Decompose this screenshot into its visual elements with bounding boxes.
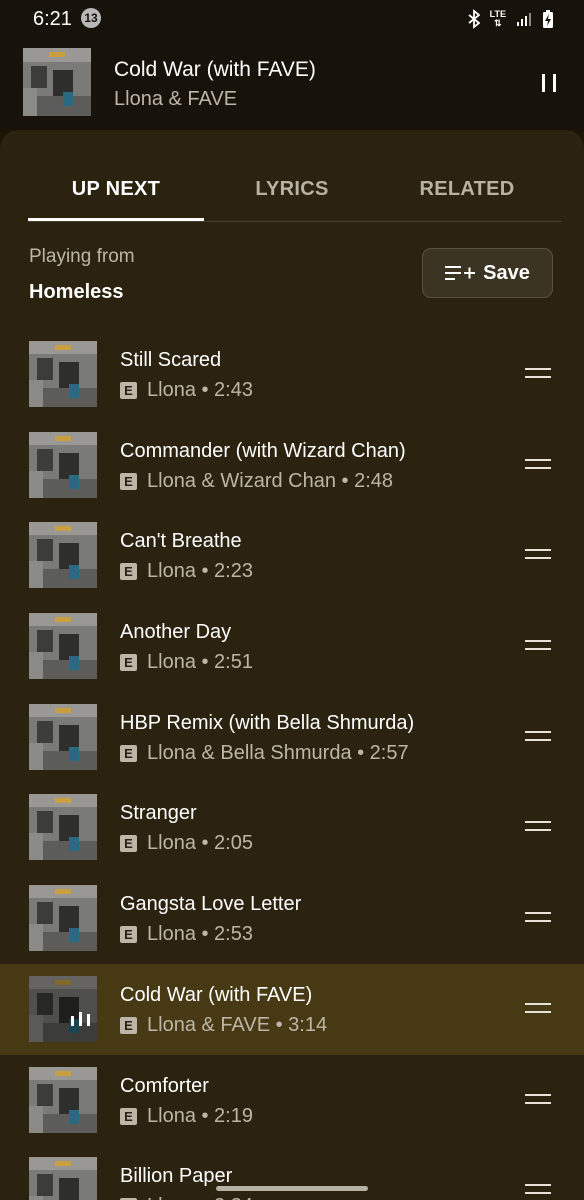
track-artist-duration: Llona & Wizard Chan • 2:48 [147,469,394,492]
status-bar: 6:21 13 LTE ⇅ [0,0,584,38]
drag-handle-icon[interactable] [525,368,551,380]
explicit-icon: E [120,1107,137,1125]
drag-handle-icon[interactable] [525,912,551,924]
drag-handle-icon[interactable] [525,1184,551,1196]
queue-row[interactable]: Another Day E Llona • 2:51 [0,601,584,692]
data-arrows-icon: ⇅ [494,18,502,28]
save-label: Save [483,261,530,284]
tab-up-next[interactable]: UP NEXT [28,178,204,201]
drag-handle-icon[interactable] [525,640,551,652]
explicit-icon: E [120,744,137,762]
track-title: HBP Remix (with Bella Shmurda) [120,711,415,734]
signal-icon [517,13,531,26]
album-art-thumbnail [29,885,97,952]
track-subtitle: E Llona • 2:51 [120,651,253,674]
playing-from-source[interactable]: Homeless [29,281,124,304]
queue-row[interactable]: Still Scared E Llona • 2:43 [0,329,584,420]
save-queue-button[interactable]: Save [422,248,553,298]
explicit-icon: E [120,472,137,490]
track-subtitle: E Llona & Wizard Chan • 2:48 [120,470,393,493]
album-art-thumbnail [29,1157,97,1200]
track-subtitle: E Llona • 2:34 [120,1195,253,1200]
track-artist-duration: Llona • 2:53 [147,923,253,946]
tab-related[interactable]: RELATED [379,178,555,201]
queue-row[interactable]: Stranger E Llona • 2:05 [0,782,584,873]
track-artist-duration: Llona & Bella Shmurda • 2:57 [147,741,409,764]
queue-row[interactable]: Commander (with Wizard Chan) E Llona & W… [0,420,584,511]
queue-row[interactable]: HBP Remix (with Bella Shmurda) E Llona &… [0,692,584,783]
bluetooth-icon [468,9,480,29]
album-art-thumbnail [29,794,97,861]
track-title: Can't Breathe [120,530,242,553]
explicit-icon: E [120,835,137,853]
album-art-thumbnail [29,703,97,770]
battery-charging-icon [543,10,553,28]
track-artist-duration: Llona • 2:05 [147,832,253,855]
track-artist-duration: Llona • 2:23 [147,560,253,583]
queue-row[interactable]: Comforter E Llona • 2:19 [0,1055,584,1146]
drag-handle-icon[interactable] [525,549,551,561]
album-art-thumbnail [29,341,97,407]
queue-row[interactable]: Billion Paper E Llona • 2:34 [0,1145,584,1200]
now-playing-title: Cold War (with FAVE) [114,58,316,81]
track-subtitle: E Llona • 2:05 [120,832,253,855]
queue-row-current[interactable]: Cold War (with FAVE) E Llona & FAVE • 3:… [0,963,584,1055]
album-art-thumbnail [29,975,97,1042]
drag-handle-icon[interactable] [525,1002,551,1015]
track-subtitle: E Llona • 2:53 [120,923,253,946]
tab-bar: UP NEXT LYRICS RELATED [0,130,584,222]
drag-handle-icon[interactable] [525,458,551,471]
track-title: Another Day [120,621,232,644]
add-to-playlist-icon [445,266,476,280]
now-playing-album-art [23,48,91,116]
drag-handle-icon[interactable] [525,821,551,833]
pause-icon[interactable] [536,72,562,94]
drag-handle-icon[interactable] [525,1093,551,1106]
explicit-icon: E [120,563,137,581]
album-art-thumbnail [29,613,97,680]
queue-list: Still Scared E Llona • 2:43 Commander (w… [0,329,584,1200]
notification-count-badge: 13 [81,8,101,28]
track-title: Gangsta Love Letter [120,893,302,916]
drag-handle-icon[interactable] [525,730,551,743]
status-time: 6:21 [33,8,72,30]
tab-lyrics[interactable]: LYRICS [204,178,380,201]
lte-indicator: LTE ⇅ [490,10,506,28]
track-subtitle: E Llona & Bella Shmurda • 2:57 [120,742,409,765]
queue-row[interactable]: Can't Breathe E Llona • 2:23 [0,510,584,601]
now-playing-artist: Llona & FAVE [114,88,238,110]
tab-divider [28,221,562,222]
mini-player[interactable]: Cold War (with FAVE) Llona & FAVE [0,38,584,130]
track-title: Stranger [120,802,197,825]
track-title: Commander (with Wizard Chan) [120,439,406,462]
track-artist-duration: Llona • 2:43 [147,379,253,401]
explicit-icon: E [120,654,137,672]
explicit-icon: E [120,1016,137,1034]
album-art-thumbnail [29,431,97,498]
track-title: Comforter [120,1074,209,1097]
explicit-icon: E [120,382,137,399]
track-title: Cold War (with FAVE) [120,983,313,1006]
album-art-thumbnail [29,1066,97,1133]
queue-row[interactable]: Gangsta Love Letter E Llona • 2:53 [0,873,584,964]
track-artist-duration: Llona • 2:19 [147,1104,253,1127]
track-title: Billion Paper [120,1165,233,1188]
track-artist-duration: Llona & FAVE • 3:14 [147,1013,328,1036]
track-title: Still Scared [120,349,222,371]
now-playing-equalizer-icon [71,1011,90,1026]
track-subtitle: E Llona • 2:23 [120,560,253,583]
track-artist-duration: Llona • 2:51 [147,651,253,674]
home-indicator[interactable] [216,1186,368,1191]
status-icons: LTE ⇅ [468,7,554,31]
queue-sheet: UP NEXT LYRICS RELATED Playing from Home… [0,130,584,1200]
track-subtitle: E Llona • 2:43 [120,379,253,402]
explicit-icon: E [120,926,137,944]
playing-from-label: Playing from [29,246,135,267]
track-subtitle: E Llona • 2:19 [120,1105,253,1128]
album-art-thumbnail [29,522,97,589]
track-subtitle: E Llona & FAVE • 3:14 [120,1014,327,1037]
track-artist-duration: Llona • 2:34 [147,1195,253,1200]
